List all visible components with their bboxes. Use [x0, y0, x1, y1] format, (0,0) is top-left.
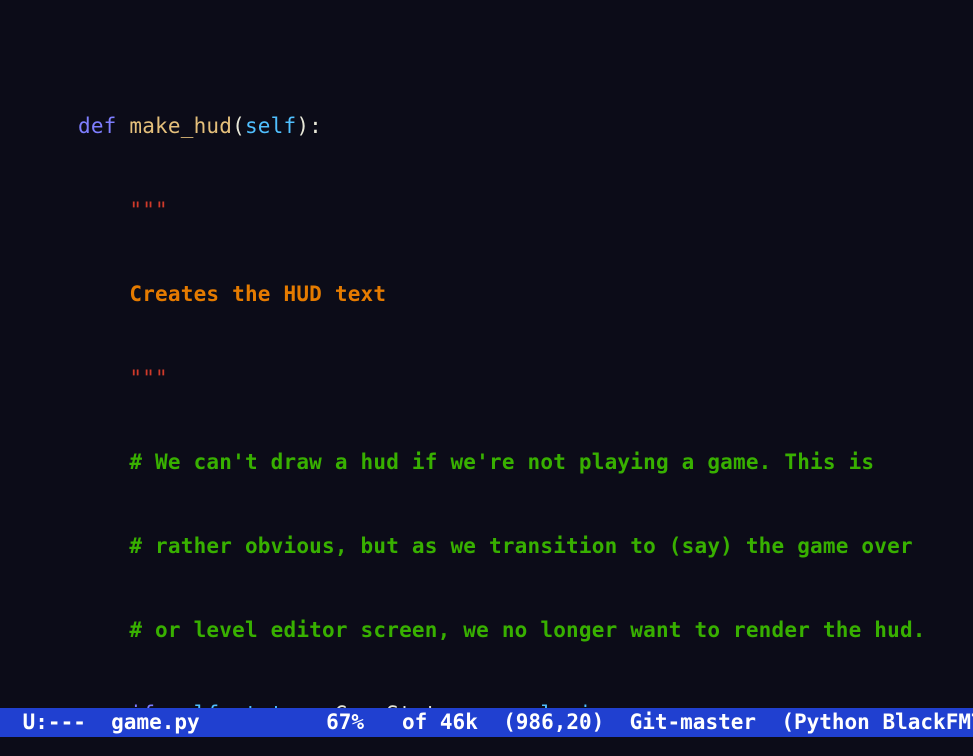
docstring-text: Creates the HUD text: [129, 282, 386, 306]
modeline-size: of 46k: [402, 710, 478, 734]
docstring-quote: """: [129, 366, 168, 390]
code-buffer[interactable]: def make_hud(self): """ Creates the HUD …: [0, 0, 973, 756]
modeline[interactable]: U:--- game.py 67% of 46k (986,20) Git-ma…: [0, 708, 973, 737]
minibuffer[interactable]: [0, 737, 973, 756]
code-line: """: [0, 364, 973, 392]
modeline-percent: 67%: [326, 710, 364, 734]
func-name: make_hud: [129, 114, 232, 138]
modeline-vc: Git-master: [630, 710, 756, 734]
modeline-filename: game.py: [111, 710, 200, 734]
self-ref: self: [245, 114, 296, 138]
code-line: # rather obvious, but as we transition t…: [0, 532, 973, 560]
keyword-def: def: [78, 114, 117, 138]
code-line: def make_hud(self):: [0, 112, 973, 140]
docstring-quote: """: [129, 198, 168, 222]
code-line: Creates the HUD text: [0, 280, 973, 308]
modeline-mode: (Python BlackFMT: [781, 710, 973, 734]
comment: # We can't draw a hud if we're not playi…: [129, 450, 874, 474]
editor-frame: def make_hud(self): """ Creates the HUD …: [0, 0, 973, 756]
comment: # or level editor screen, we no longer w…: [129, 618, 925, 642]
modeline-position: (986,20): [503, 710, 604, 734]
modeline-status: U:---: [10, 710, 86, 734]
code-line: # or level editor screen, we no longer w…: [0, 616, 973, 644]
code-line: """: [0, 196, 973, 224]
comment: # rather obvious, but as we transition t…: [129, 534, 912, 558]
code-line: # We can't draw a hud if we're not playi…: [0, 448, 973, 476]
